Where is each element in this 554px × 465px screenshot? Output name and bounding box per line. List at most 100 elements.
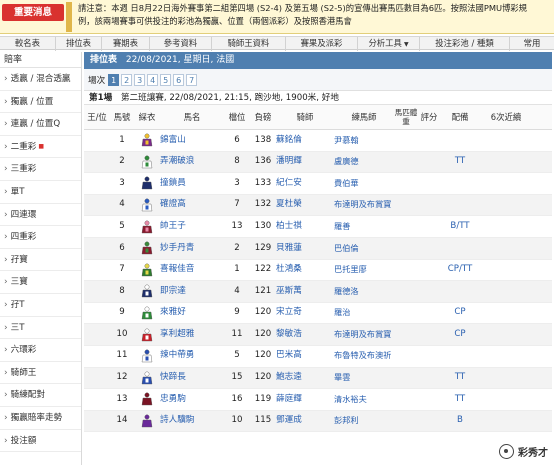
jockey-name[interactable]: 潘明輝 [276, 152, 334, 173]
horse-name[interactable]: 確證高 [160, 195, 224, 216]
col-header[interactable]: 評分 [418, 105, 440, 129]
jockey-name[interactable]: 鄧運成 [276, 411, 334, 432]
table-row[interactable]: 14 詩人驥駒 10 115 鄧運成 彭邦利 B [84, 410, 552, 433]
trainer-name[interactable]: 尹慕翰 [334, 130, 394, 151]
jockey-name[interactable]: 蘇銘倫 [276, 130, 334, 151]
nav-item-reference[interactable]: 參考資料 [150, 37, 212, 51]
race-tab-1[interactable]: 1 [108, 73, 120, 86]
col-header[interactable]: 馬匹體重 [394, 105, 418, 129]
trainer-name[interactable]: 羅治 [334, 303, 394, 324]
col-header[interactable]: 王/位 [84, 105, 110, 129]
jockey-name[interactable]: 鮑志遠 [276, 368, 334, 389]
jockey-name[interactable]: 夏杜榮 [276, 195, 334, 216]
col-header[interactable]: 負磅 [250, 105, 276, 129]
race-tab-5[interactable]: 5 [160, 73, 172, 86]
horse-name[interactable]: 來雅好 [160, 303, 224, 324]
table-row[interactable]: 13 忠勇駒 16 119 薛庭輝 清水裕夫 TT [84, 389, 552, 411]
horse-name[interactable]: 喜報佳音 [160, 260, 224, 281]
jockey-name[interactable]: 貝雅蓮 [276, 238, 334, 259]
sidebar-item-win-place[interactable]: › 獨贏 / 位置 [0, 91, 81, 114]
table-row[interactable]: 5 帥王子 13 130 柏士祺 羅善 B/TT [84, 216, 552, 238]
sidebar-item-jockey-challenge[interactable]: › 騎師王 [0, 362, 81, 385]
horse-name[interactable]: 快蹄長 [160, 368, 224, 389]
nav-item-jockey-info[interactable]: 騎師王資料 [212, 37, 286, 51]
trainer-name[interactable]: 盧廣德 [334, 152, 394, 173]
nav-item-fixtures[interactable]: 賽期表 [102, 37, 150, 51]
jockey-name[interactable]: 杜鴻桑 [276, 260, 334, 281]
sidebar-item-allup[interactable]: › 透贏 / 混合透贏 [0, 68, 81, 91]
col-header[interactable]: 馬號 [110, 105, 134, 129]
col-header[interactable]: 馬名 [160, 105, 224, 129]
table-row[interactable]: 1 錦富山 6 138 蘇銘倫 尹慕翰 [84, 130, 552, 152]
sidebar-item-investment[interactable]: › 投注額 [0, 430, 81, 453]
horse-weight [394, 281, 418, 302]
table-row[interactable]: 2 弄潮破浪 8 136 潘明輝 盧廣德 TT [84, 151, 552, 174]
horse-name[interactable]: 弄潮破浪 [160, 152, 224, 173]
jockey-name[interactable]: 柏士祺 [276, 216, 334, 237]
sidebar-item-quinella[interactable]: › 連贏 / 位置Q [0, 113, 81, 136]
nav-item-racecard[interactable]: 排位表 [56, 37, 102, 51]
table-row[interactable]: 10 享利超雅 11 120 黎敏浩 布達明及布賞寶 CP [84, 324, 552, 346]
sidebar-item-odds-trend[interactable]: › 獨贏賠率走勢 [0, 407, 81, 430]
jockey-name[interactable]: 黎敏浩 [276, 324, 334, 345]
trainer-name[interactable]: 羅德洛 [334, 281, 394, 302]
sidebar-item-double-trio[interactable]: › 孖T [0, 294, 81, 317]
trainer-name[interactable]: 巴伯倫 [334, 238, 394, 259]
horse-name[interactable]: 撞鎖員 [160, 173, 224, 194]
nav-item-analysis-tools[interactable]: 分析工具 ▼ [358, 37, 420, 51]
table-row[interactable]: 7 喜報佳音 1 122 杜鴻桑 巴托里廖 CP/TT [84, 260, 552, 282]
table-row[interactable]: 3 撞鎖員 3 133 紀仁安 費伯華 [84, 173, 552, 195]
trainer-name[interactable]: 羅善 [334, 216, 394, 237]
trainer-name[interactable]: 巴托里廖 [334, 260, 394, 281]
table-row[interactable]: 4 確證高 7 132 夏杜榮 布達明及布賞寶 [84, 194, 552, 217]
col-header[interactable]: 檔位 [224, 105, 250, 129]
trainer-name[interactable]: 布魯特及布澳祈 [334, 346, 394, 367]
horse-name[interactable]: 詩人驥駒 [160, 411, 224, 432]
table-row[interactable]: 12 快蹄長 15 120 鮑志遠 畢雲 TT [84, 367, 552, 390]
rating [418, 389, 440, 410]
table-row[interactable]: 9 來雅好 9 120 宋立奇 羅治 CP [84, 303, 552, 325]
horse-name[interactable]: 妙手丹青 [160, 238, 224, 259]
jockey-name[interactable]: 宋立奇 [276, 303, 334, 324]
race-tab-7[interactable]: 7 [186, 73, 198, 86]
trainer-name[interactable]: 費伯華 [334, 173, 394, 194]
horse-name[interactable]: 即宗達 [160, 281, 224, 302]
nav-item-results[interactable]: 賽果及派彩 [286, 37, 358, 51]
sidebar-item-double[interactable]: › 孖寶 [0, 249, 81, 272]
col-header[interactable]: 練馬師 [334, 105, 394, 129]
nav-item-common[interactable]: 常用 [510, 37, 554, 51]
sidebar-item-trio[interactable]: › 單T [0, 181, 81, 204]
table-row[interactable]: 8 即宗達 4 121 巫斯萬 羅德洛 [84, 281, 552, 303]
sidebar-item-tierce[interactable]: › 三重彩 [0, 158, 81, 181]
race-tab-6[interactable]: 6 [173, 73, 185, 86]
nav-item-entries[interactable]: 較名表 [0, 37, 56, 51]
race-tab-2[interactable]: 2 [121, 73, 133, 86]
nav-item-pools[interactable]: 投注彩池 / 種類 [420, 37, 510, 51]
jockey-name[interactable]: 薛庭輝 [276, 389, 334, 410]
trainer-name[interactable]: 布達明及布賞寶 [334, 195, 394, 216]
sidebar-item-six-up[interactable]: › 六環彩 [0, 339, 81, 362]
trainer-name[interactable]: 清水裕夫 [334, 389, 394, 410]
table-row[interactable]: 6 妙手丹青 2 129 貝雅蓮 巴伯倫 [84, 237, 552, 260]
race-tab-4[interactable]: 4 [147, 73, 159, 86]
jockey-name[interactable]: 紀仁安 [276, 173, 334, 194]
trainer-name[interactable]: 布達明及布賞寶 [334, 324, 394, 345]
jockey-name[interactable]: 巫斯萬 [276, 281, 334, 302]
horse-name[interactable]: 帥王子 [160, 216, 224, 237]
sidebar-item-quartet[interactable]: › 四重彩 [0, 226, 81, 249]
table-row[interactable]: 11 辣中帶勇 5 120 巴米高 布魯特及布澳祈 [84, 346, 552, 368]
trainer-name[interactable]: 畢雲 [334, 368, 394, 389]
sidebar-item-triple-trio[interactable]: › 三T [0, 317, 81, 340]
race-tab-3[interactable]: 3 [134, 73, 146, 86]
sidebar-item-first-four[interactable]: › 四連環 [0, 204, 81, 227]
sidebar-item-jockey-trainer[interactable]: › 騎練配對 [0, 384, 81, 407]
jockey-name[interactable]: 巴米高 [276, 346, 334, 367]
horse-name[interactable]: 辣中帶勇 [160, 346, 224, 367]
horse-name[interactable]: 忠勇駒 [160, 389, 224, 410]
horse-name[interactable]: 錦富山 [160, 130, 224, 151]
horse-name[interactable]: 享利超雅 [160, 324, 224, 345]
sidebar-item-forecast[interactable]: › 二重彩 ■ [0, 136, 81, 159]
col-header[interactable]: 騎師 [276, 105, 334, 129]
sidebar-item-treble[interactable]: › 三寶 [0, 271, 81, 294]
trainer-name[interactable]: 彭邦利 [334, 411, 394, 432]
